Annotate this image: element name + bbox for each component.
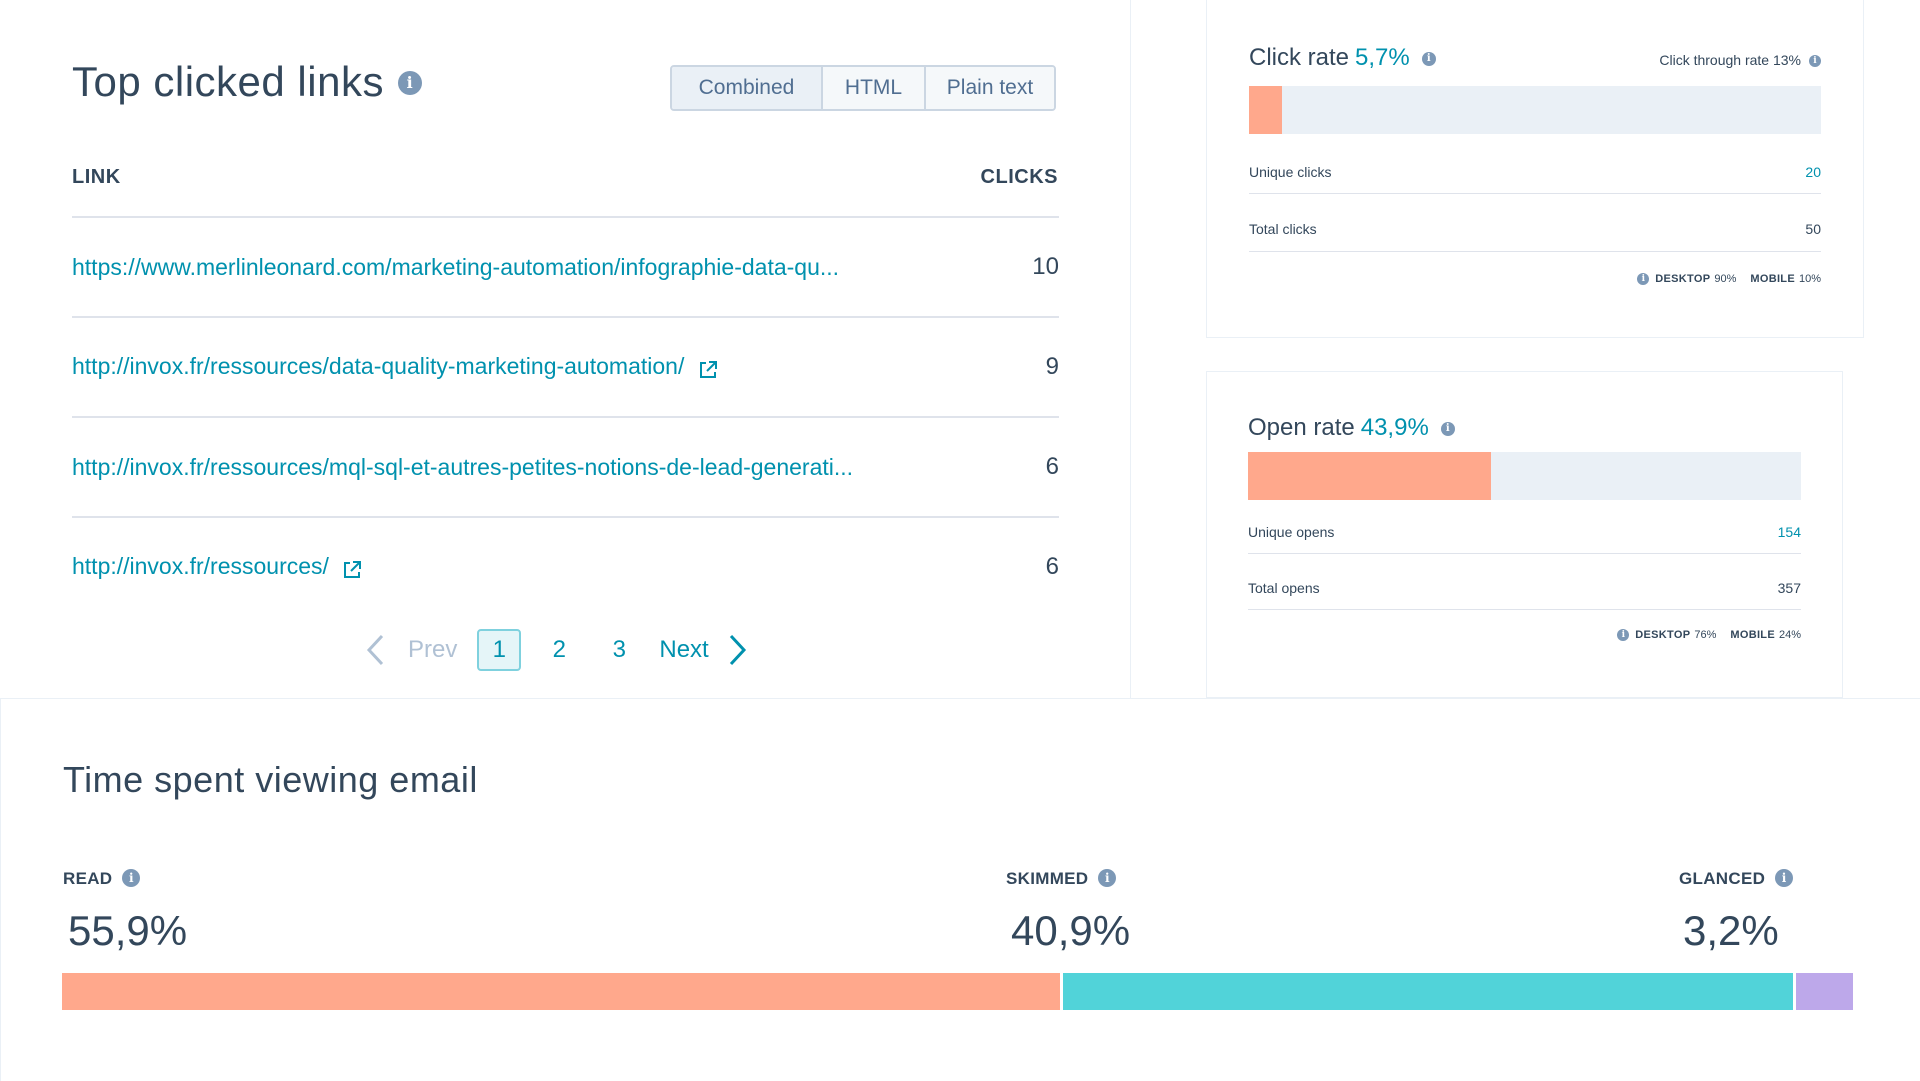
read-label-text: READ [63,869,113,888]
external-link-icon[interactable] [341,559,363,581]
pagination: Prev 1 2 3 Next [360,627,753,673]
click-through-rate: Click through rate 13% i [1659,52,1821,68]
skimmed-bar-segment [1062,973,1793,1010]
table-row: http://invox.fr/ressources/ 6 [72,516,1059,616]
link-clicks: 10 [1032,253,1059,280]
total-clicks-label: Total clicks [1249,220,1317,237]
filter-plain-text-button[interactable]: Plain text [926,67,1054,109]
link-clicks: 9 [1045,353,1059,380]
info-icon[interactable]: i [1440,421,1455,436]
total-opens-label: Total opens [1248,579,1320,596]
chevron-right-icon[interactable] [723,627,753,673]
mobile-value: 10% [1798,273,1821,285]
info-icon[interactable]: i [1421,51,1436,66]
open-rate-bar [1248,452,1801,500]
read-value: 55,9% [68,907,188,954]
column-header-link[interactable]: LINK [72,166,121,189]
glanced-bar-segment [1795,973,1853,1010]
total-opens-value: 357 [1777,579,1801,596]
page-3-button[interactable]: 3 [597,629,641,671]
open-rate-value: 43,9% [1360,414,1429,441]
total-opens-row: Total opens 357 [1248,566,1801,610]
page-1-button[interactable]: 1 [477,629,522,671]
time-spent-bar [62,973,1853,1010]
link-url[interactable]: http://invox.fr/ressources/ [72,553,329,579]
glanced-label-text: GLANCED [1679,869,1766,888]
next-page-button[interactable]: Next [659,636,708,664]
click-rate-card: Click rate 5,7% i Click through rate 13% i … [1206,0,1864,338]
filter-combined-button[interactable]: Combined [672,67,823,109]
click-rate-label: Click rate [1249,44,1350,71]
mobile-label: MOBILE [1750,273,1795,285]
open-rate-bar-fill [1248,452,1491,500]
links-table: https://www.merlinleonard.com/marketing-… [72,216,1059,616]
info-icon[interactable]: i [1809,55,1821,68]
open-rate-card: Open rate 43,9% i Unique opens 154 Total o… [1206,371,1843,698]
top-clicked-links-title-text: Top clicked links [72,58,384,105]
total-clicks-row: Total clicks 50 [1249,206,1821,252]
click-rate-value: 5,7% [1355,44,1410,71]
chevron-left-icon[interactable] [360,627,390,673]
click-rate-bar [1249,86,1821,134]
click-rate-bar-fill [1249,86,1282,134]
unique-clicks-label: Unique clicks [1249,163,1332,180]
glanced-label: GLANCED i [1679,868,1794,889]
page-2-button[interactable]: 2 [537,629,581,671]
link-clicks: 6 [1045,553,1059,580]
info-icon[interactable]: i [397,70,422,95]
time-spent-title: Time spent viewing email [63,759,478,800]
unique-clicks-row: Unique clicks 20 [1249,150,1821,194]
unique-opens-row: Unique opens 154 [1248,510,1801,554]
click-rate-title: Click rate 5,7% i [1249,44,1436,72]
info-icon[interactable]: i [1098,868,1117,887]
total-clicks-value: 50 [1805,220,1821,237]
time-spent-panel: Time spent viewing email READ i 55,9% SKI… [0,698,1920,1081]
table-row: http://invox.fr/ressources/data-quality-… [72,316,1059,416]
open-rate-title: Open rate 43,9% i [1248,414,1455,442]
filter-html-button[interactable]: HTML [823,67,926,109]
unique-clicks-value[interactable]: 20 [1805,164,1821,180]
table-row: http://invox.fr/ressources/mql-sql-et-au… [72,416,1059,516]
glanced-value: 3,2% [1683,907,1779,954]
desktop-label: DESKTOP [1635,629,1691,641]
desktop-label: DESKTOP [1655,273,1711,285]
skimmed-label: SKIMMED i [1006,868,1117,889]
top-clicked-links-panel: Top clicked links i Combined HTML Plain t… [0,0,1131,698]
open-device-split: i DESKTOP 76% MOBILE 24% [1617,629,1801,641]
skimmed-label-text: SKIMMED [1006,869,1089,888]
link-url[interactable]: https://www.merlinleonard.com/marketing-… [72,254,839,281]
desktop-value: 90% [1714,273,1737,285]
prev-page-button[interactable]: Prev [408,636,457,664]
info-icon[interactable]: i [122,868,141,887]
info-icon[interactable]: i [1617,629,1630,641]
mobile-value: 24% [1778,629,1801,641]
unique-opens-value[interactable]: 154 [1778,524,1801,540]
info-icon[interactable]: i [1637,273,1650,285]
external-link-icon[interactable] [697,359,719,381]
mobile-label: MOBILE [1730,629,1775,641]
read-bar-segment [62,973,1060,1010]
desktop-value: 76% [1694,629,1717,641]
column-header-clicks[interactable]: CLICKS [981,166,1058,189]
info-icon[interactable]: i [1775,868,1794,887]
read-label: READ i [63,868,141,889]
click-through-rate-label: Click through rate 13% [1659,52,1801,68]
skimmed-value: 40,9% [1011,907,1131,954]
top-clicked-links-title: Top clicked links i [72,58,422,106]
link-url[interactable]: http://invox.fr/ressources/mql-sql-et-au… [72,454,853,481]
link-format-toggle: Combined HTML Plain text [670,65,1056,111]
unique-opens-label: Unique opens [1248,523,1335,540]
link-clicks: 6 [1045,453,1059,480]
open-rate-label: Open rate [1248,414,1355,441]
click-device-split: i DESKTOP 90% MOBILE 10% [1637,273,1821,285]
link-url[interactable]: http://invox.fr/ressources/data-quality-… [72,353,684,379]
table-row: https://www.merlinleonard.com/marketing-… [72,216,1059,316]
